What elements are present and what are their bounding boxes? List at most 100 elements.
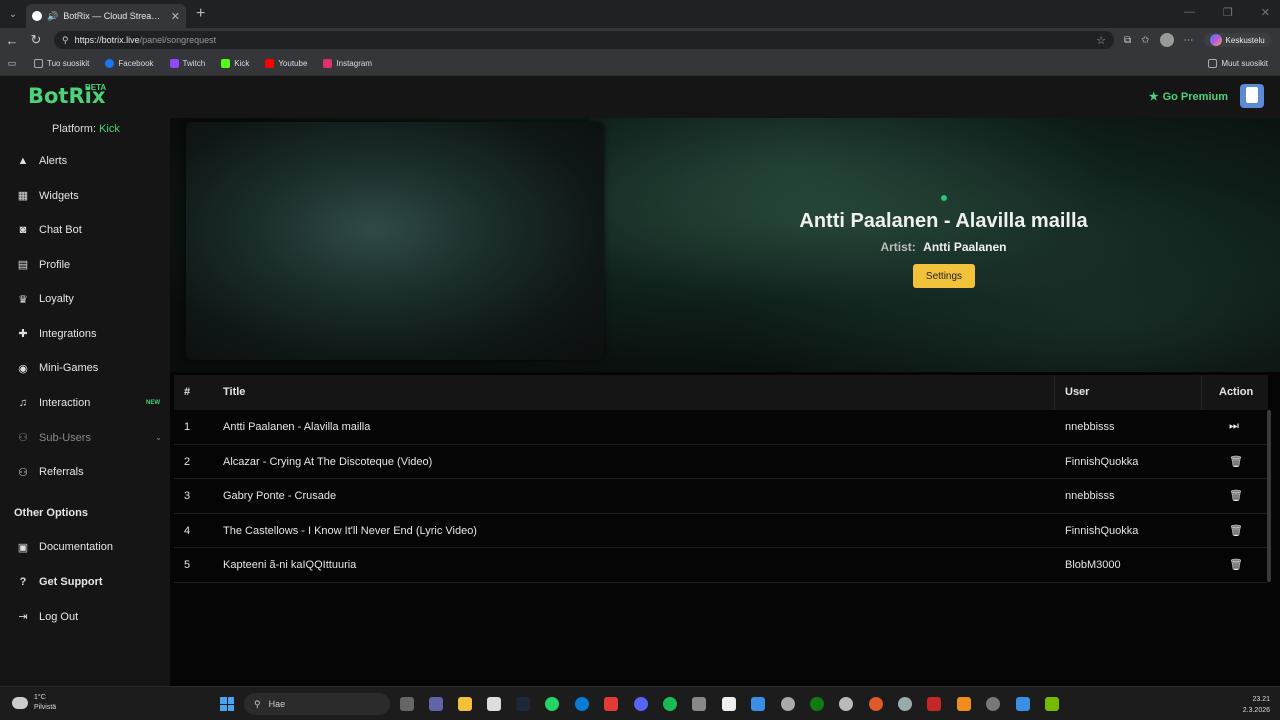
edge-icon[interactable] [575,697,589,711]
app-orange-icon[interactable] [869,697,883,711]
bookmark-kick[interactable]: Kick [221,59,249,68]
app-gray-icon[interactable] [986,697,1000,711]
sidebar-item-log-out[interactable]: ⇥ Log Out [0,602,170,632]
sidebar-item-integrations[interactable]: ✚ Integrations [0,319,170,349]
xbox-icon[interactable] [810,697,824,711]
store-icon[interactable] [487,697,501,711]
bookmark-youtube[interactable]: Youtube [265,59,307,68]
go-premium-button[interactable]: ★ Go Premium [1148,90,1228,104]
sidebar-item-get-support[interactable]: ? Get Support [0,567,170,597]
search-icon: ⚲ [254,698,261,709]
copilot-button[interactable]: Keskustelu [1203,33,1271,47]
weather-widget[interactable]: 1°C Pilvistä [12,693,56,713]
spotify-icon[interactable] [663,697,677,711]
window-controls: — ❐ ✕ [1184,6,1270,19]
windows-start-icon[interactable] [220,697,234,711]
back-icon[interactable]: ← [0,33,24,48]
bookmark-instagram[interactable]: Instagram [323,59,372,68]
extensions-icon[interactable]: ⧉ [1124,35,1131,46]
live-status-dot [941,195,947,201]
reload-icon[interactable]: ↻ [24,32,48,48]
tab-list-chevron-icon[interactable]: ⌄ [0,0,26,28]
site-info-icon[interactable]: ⚲ [62,35,69,46]
scrollbar[interactable] [1267,410,1271,582]
g-hub-icon[interactable] [692,697,706,711]
bookmark-import[interactable]: Tuo suosikit [34,59,89,68]
star-icon: ★ [1148,91,1159,103]
mail-icon[interactable] [751,697,765,711]
twitch-icon [169,59,179,68]
obs-icon[interactable] [839,697,853,711]
settings-button[interactable]: Settings [913,264,975,288]
app-red-icon[interactable] [927,697,941,711]
whatsapp-icon[interactable] [545,697,559,711]
table-row: 4 The Castellows - I Know It'll Never En… [174,514,1268,548]
file-explorer-icon[interactable] [458,697,472,711]
users-icon: ⚇ [18,466,28,479]
teams-icon[interactable] [429,697,443,711]
discord-icon[interactable] [634,697,648,711]
music-icon: ♫ [18,397,28,409]
sidebar-item-referrals[interactable]: ⚇ Referrals [0,457,170,487]
sidebar-item-mini-games[interactable]: ◉ Mini-Games [0,353,170,383]
sidebar-item-profile[interactable]: ▤ Profile [0,250,170,280]
favorites-icon[interactable]: ✩ [1141,35,1149,46]
sidebar-toggle-icon[interactable]: ▭ [0,58,24,69]
question-icon: ? [19,576,27,588]
sidebar-item-chat-bot[interactable]: ◙ Chat Bot [0,215,170,245]
minimize-icon[interactable]: — [1184,6,1195,19]
facebook-icon [105,59,115,68]
bookmark-facebook[interactable]: Facebook [105,59,154,68]
nvidia-icon[interactable] [1045,697,1059,711]
profile-avatar[interactable] [1159,33,1174,47]
vlc-icon[interactable] [957,697,971,711]
sidebar-item-documentation[interactable]: ▣ Documentation [0,532,170,562]
more-icon[interactable]: ⋯ [1184,35,1194,46]
notepad-icon[interactable] [722,697,736,711]
favorite-star-icon[interactable]: ☆ [1096,34,1106,47]
sidebar-item-widgets[interactable]: ▦ Widgets [0,181,170,211]
table-row: 5 Kapteeni ã-ni kaIQQIttuuria BlobM3000 … [174,548,1268,583]
close-window-icon[interactable]: ✕ [1261,6,1270,19]
chevron-down-icon: ⌄ [155,433,162,442]
taskbar-search[interactable]: ⚲ Hae [244,693,390,715]
other-bookmarks[interactable]: Muut suosikit [1208,59,1268,68]
id-card-icon: ▤ [17,259,29,271]
grid-icon: ▦ [17,190,29,202]
trash-icon[interactable]: 🗑 [1229,489,1243,502]
system-clock[interactable]: 23.21 2.3.2026 [1243,694,1270,716]
sidebar-item-alerts[interactable]: ▲ Alerts [0,146,170,176]
steam-icon[interactable] [516,697,530,711]
address-bar-row: ← ↻ ⚲ https://botrix.live/panel/songrequ… [0,28,1280,52]
robot-icon: ◙ [19,224,27,236]
app-blue-icon[interactable] [1016,697,1030,711]
task-view-icon[interactable] [400,697,414,711]
gear-icon[interactable] [898,697,912,711]
sidebar-item-loyalty[interactable]: ♛ Loyalty [0,284,170,314]
book-icon: ▣ [17,541,29,554]
folder-icon [1208,59,1218,68]
table-row: 1 Antti Paalanen - Alavilla mailla nnebb… [174,410,1268,445]
maximize-icon[interactable]: ❐ [1223,6,1233,19]
browser-tab[interactable]: 🔊 BotRix — Cloud Streaming Bo ✕ [26,4,186,28]
speaker-icon[interactable]: 🔊 [47,11,58,22]
trash-icon[interactable]: 🗑 [1229,558,1243,571]
settings-gear-icon[interactable] [781,697,795,711]
weather-temp: 1°C [34,694,46,701]
instagram-icon [323,59,333,68]
skip-icon[interactable]: ⏭ [1229,420,1239,433]
trash-icon[interactable]: 🗑 [1229,524,1243,537]
url-field[interactable]: ⚲ https://botrix.live/panel/songrequest … [54,31,1114,49]
site-favicon-icon [32,11,42,21]
trash-icon[interactable]: 🗑 [1229,455,1243,468]
youtube-icon [265,59,275,68]
sidebar-item-interaction[interactable]: ♫ Interaction NEW [0,388,170,418]
bookmark-twitch[interactable]: Twitch [169,59,205,68]
video-player[interactable] [186,122,604,360]
sidebar-item-sub-users[interactable]: ⚇ Sub-Users ⌄ [0,423,170,453]
close-tab-icon[interactable]: ✕ [171,10,180,23]
now-playing-title: Antti Paalanen - Alavilla mailla [799,210,1088,232]
new-tab-icon[interactable]: + [196,5,205,23]
user-avatar[interactable] [1240,84,1264,108]
app-l-icon[interactable] [604,697,618,711]
